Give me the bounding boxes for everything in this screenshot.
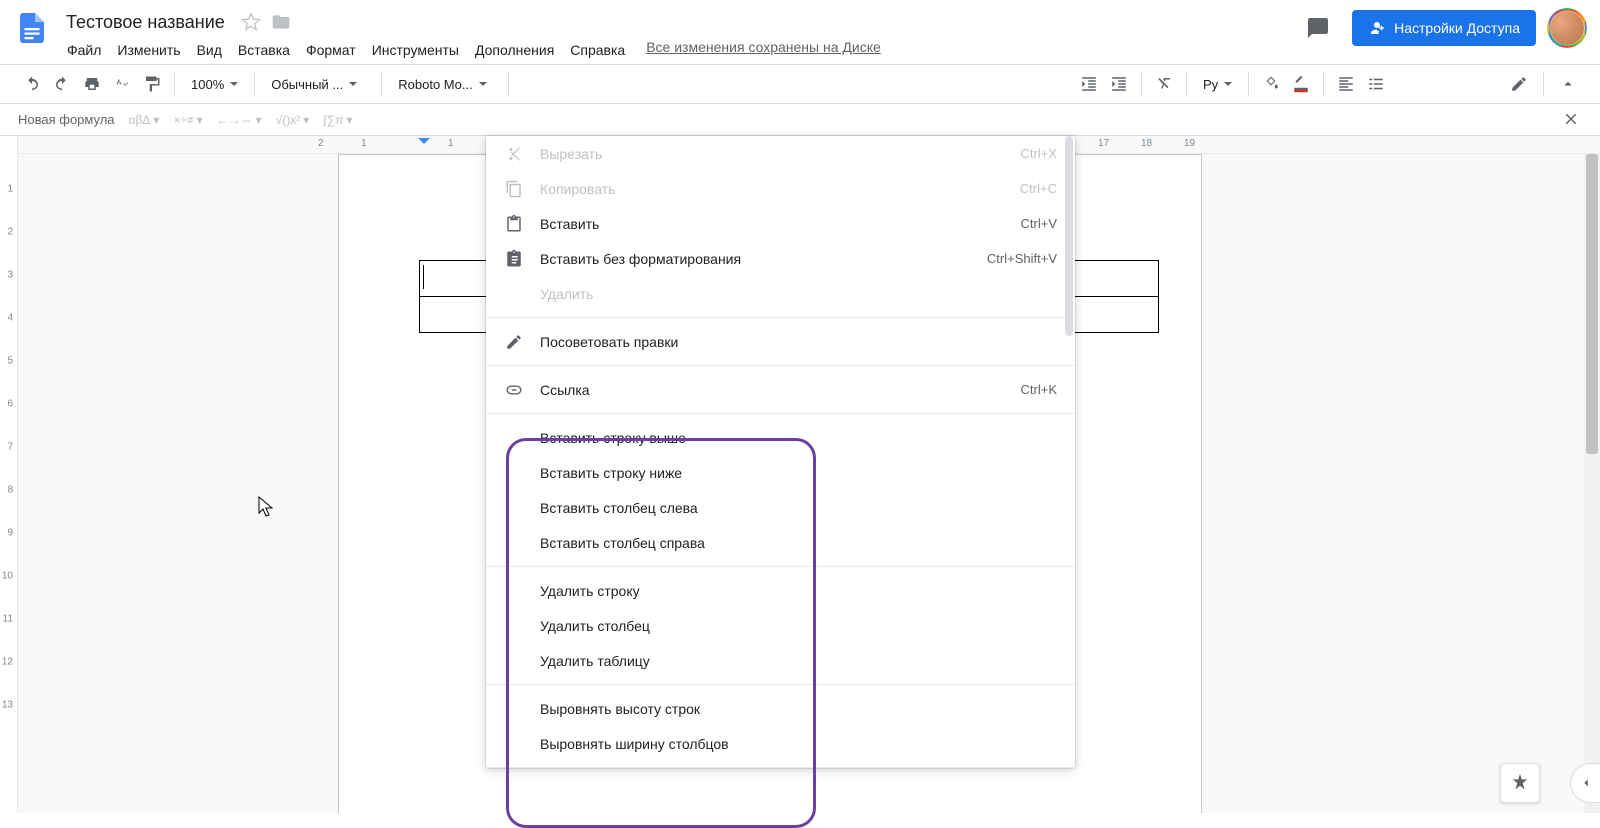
vertical-scrollbar[interactable] [1584, 154, 1600, 813]
ctx-item-label: Удалить таблицу [540, 653, 650, 669]
ctx-копировать: Копировать Ctrl+C [486, 171, 1075, 206]
ctx-shortcut: Ctrl+V [1021, 216, 1057, 231]
ctx-вставить-столбец-слева[interactable]: Вставить столбец слева [486, 490, 1075, 525]
editing-mode-button[interactable] [1505, 70, 1533, 98]
ctx-item-label: Удалить [540, 286, 593, 302]
document-title[interactable]: Тестовое название [60, 8, 231, 36]
collapse-toolbar-button[interactable] [1554, 70, 1582, 98]
ctx-item-label: Ссылка [540, 382, 590, 398]
indent-increase-button[interactable] [1105, 70, 1133, 98]
paste-plain-icon [504, 249, 524, 269]
indent-marker-icon[interactable] [418, 138, 430, 150]
text-cursor [423, 265, 424, 289]
ctx-item-label: Удалить столбец [540, 618, 650, 634]
header: Тестовое название Файл Изменить Вид Вста… [0, 0, 1600, 64]
ctx-shortcut: Ctrl+X [1021, 146, 1057, 161]
ctx-item-label: Вставить строку ниже [540, 465, 682, 481]
mouse-cursor-icon [258, 496, 276, 518]
ctx-удалить-таблицу[interactable]: Удалить таблицу [486, 643, 1075, 678]
eq-calculus-dropdown[interactable]: ∫∑π ▾ [323, 113, 352, 127]
copy-icon [504, 179, 524, 199]
scrollbar-thumb[interactable] [1586, 154, 1598, 454]
explore-button[interactable] [1500, 763, 1540, 803]
toolbar: 100% Обычный ... Roboto Mo... Ру [0, 64, 1600, 104]
ctx-shortcut: Ctrl+Shift+V [987, 251, 1057, 266]
ctx-вставить-без-форматирования[interactable]: Вставить без форматирования Ctrl+Shift+V [486, 241, 1075, 276]
share-button[interactable]: Настройки Доступа [1352, 10, 1536, 46]
context-menu: Вырезать Ctrl+X Копировать Ctrl+C Вставить Ct… [486, 136, 1075, 768]
vertical-ruler[interactable]: 1 2 3 4 5 6 7 8 9 10 11 12 13 [0, 136, 18, 813]
ctx-item-label: Вставить [540, 216, 599, 232]
ctx-item-label: Вставить без форматирования [540, 251, 741, 267]
ctx-item-label: Выровнять ширину столбцов [540, 736, 729, 752]
menu-insert[interactable]: Вставка [231, 38, 297, 62]
eq-roots-dropdown[interactable]: √()x² ▾ [276, 113, 310, 127]
ctx-shortcut: Ctrl+K [1021, 382, 1057, 397]
comments-button[interactable] [1298, 8, 1338, 48]
save-status-link[interactable]: Все изменения сохранены на Диске [646, 39, 881, 55]
eq-greek-dropdown[interactable]: αβΔ ▾ [129, 113, 160, 127]
ctx-выровнять-высоту-строк[interactable]: Выровнять высоту строк [486, 691, 1075, 726]
ctx-посоветовать-правки[interactable]: Посоветовать правки [486, 324, 1075, 359]
close-equation-bar-button[interactable] [1562, 110, 1580, 131]
undo-button[interactable] [18, 70, 46, 98]
menu-help[interactable]: Справка [563, 38, 632, 62]
ctx-item-label: Вставить строку выше [540, 430, 686, 446]
ctx-item-label: Вставить столбец слева [540, 500, 698, 516]
eq-arrows-dropdown[interactable]: ←→⇔ ▾ [217, 113, 262, 127]
paragraph-style-dropdown[interactable]: Обычный ... [263, 70, 373, 98]
ctx-удалить-строку[interactable]: Удалить строку [486, 573, 1075, 608]
menu-addons[interactable]: Дополнения [468, 38, 561, 62]
spellcheck-button[interactable] [108, 70, 136, 98]
menu-tools[interactable]: Инструменты [365, 38, 466, 62]
print-button[interactable] [78, 70, 106, 98]
move-to-folder-icon[interactable] [271, 12, 291, 32]
ctx-item-label: Удалить строку [540, 583, 640, 599]
ctx-вырезать: Вырезать Ctrl+X [486, 136, 1075, 171]
ctx-ссылка[interactable]: Ссылка Ctrl+K [486, 372, 1075, 407]
font-dropdown[interactable]: Roboto Mo... [390, 70, 500, 98]
clear-format-button[interactable] [1150, 70, 1178, 98]
link-icon [504, 380, 524, 400]
edit-suggest-icon [504, 332, 524, 352]
star-icon[interactable] [241, 12, 261, 32]
ctx-вставить-строку-ниже[interactable]: Вставить строку ниже [486, 455, 1075, 490]
menu-view[interactable]: Вид [190, 38, 229, 62]
share-button-label: Настройки Доступа [1394, 20, 1520, 36]
border-color-button[interactable] [1287, 70, 1315, 98]
ctx-удалить-столбец[interactable]: Удалить столбец [486, 608, 1075, 643]
redo-button[interactable] [48, 70, 76, 98]
eq-operators-dropdown[interactable]: ×÷≠ ▾ [173, 113, 202, 127]
context-menu-scrollbar[interactable] [1063, 136, 1075, 768]
input-language-dropdown[interactable]: Ру [1195, 70, 1240, 98]
equation-toolbar: Новая формула αβΔ ▾ ×÷≠ ▾ ←→⇔ ▾ √()x² ▾ … [0, 104, 1600, 136]
ctx-вставить-строку-выше[interactable]: Вставить строку выше [486, 420, 1075, 455]
ctx-item-label: Вырезать [540, 146, 602, 162]
align-button[interactable] [1332, 70, 1360, 98]
ctx-item-label: Копировать [540, 181, 615, 197]
menubar: Файл Изменить Вид Вставка Формат Инструм… [60, 38, 632, 62]
line-spacing-button[interactable] [1362, 70, 1390, 98]
equation-label[interactable]: Новая формула [18, 112, 115, 127]
ctx-item-label: Посоветовать правки [540, 334, 678, 350]
account-avatar[interactable] [1550, 11, 1584, 45]
ctx-item-label: Вставить столбец справа [540, 535, 705, 551]
ctx-вставить-столбец-справа[interactable]: Вставить столбец справа [486, 525, 1075, 560]
fill-color-button[interactable] [1257, 70, 1285, 98]
paint-format-button[interactable] [138, 70, 166, 98]
ctx-удалить: Удалить [486, 276, 1075, 311]
menu-file[interactable]: Файл [60, 38, 108, 62]
zoom-dropdown[interactable]: 100% [183, 70, 246, 98]
indent-decrease-button[interactable] [1075, 70, 1103, 98]
cut-icon [504, 144, 524, 164]
menu-edit[interactable]: Изменить [110, 38, 187, 62]
ctx-выровнять-ширину-столбцов[interactable]: Выровнять ширину столбцов [486, 726, 1075, 761]
ctx-shortcut: Ctrl+C [1020, 181, 1057, 196]
ctx-вставить[interactable]: Вставить Ctrl+V [486, 206, 1075, 241]
docs-logo-icon[interactable] [12, 8, 52, 48]
title-area: Тестовое название Файл Изменить Вид Вста… [60, 8, 632, 62]
menu-format[interactable]: Формат [299, 38, 363, 62]
ctx-item-label: Выровнять высоту строк [540, 701, 700, 717]
paste-icon [504, 214, 524, 234]
